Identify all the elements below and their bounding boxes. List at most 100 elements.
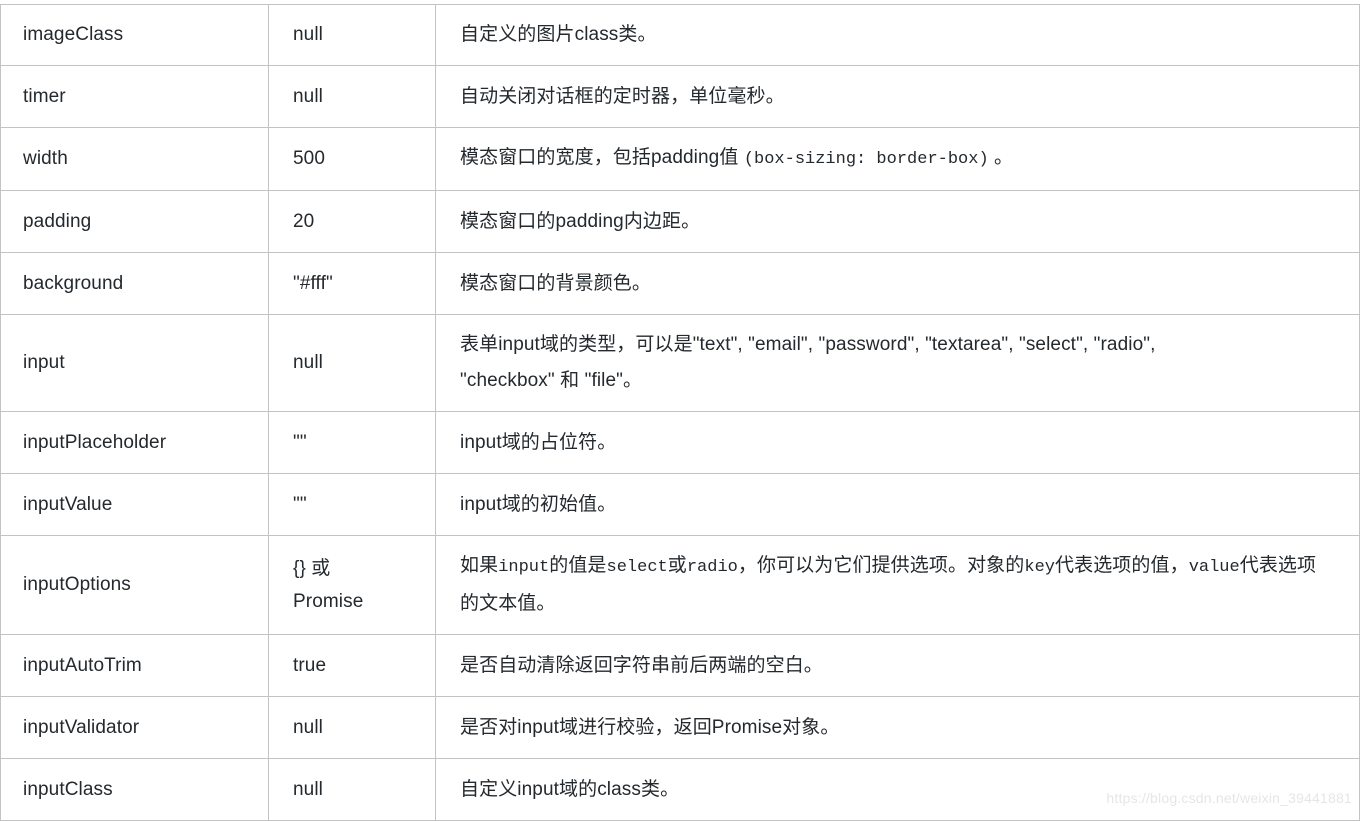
option-description-cell: 模态窗口的padding内边距。 [435, 190, 1360, 253]
description-line: 自动关闭对话框的定时器，单位毫秒。 [460, 85, 785, 107]
option-name-cell: background [0, 252, 269, 315]
option-name-label: inputClass [23, 778, 113, 800]
option-name-label: inputPlaceholder [23, 431, 167, 453]
option-description-text: input域的初始值。 [436, 475, 1359, 535]
description-line: 是否对input域进行校验，返回Promise对象。 [460, 716, 840, 738]
option-default-label: null [293, 352, 323, 373]
option-description-cell: 模态窗口的背景颜色。 [435, 252, 1360, 315]
option-default-label: null [293, 24, 323, 45]
inline-code: radio [686, 558, 738, 577]
option-description-text: 自动关闭对话框的定时器，单位毫秒。 [436, 67, 1359, 127]
option-default-cell: "" [268, 473, 436, 536]
option-default-cell: null [268, 696, 436, 759]
option-description-cell: input域的初始值。 [435, 473, 1360, 536]
description-line: 表单input域的类型，可以是"text", "email", "passwor… [460, 334, 1156, 355]
option-default-label: "" [293, 431, 307, 453]
inline-code: (box-sizing: border-box) [743, 150, 989, 169]
option-name-label: inputOptions [23, 574, 131, 595]
description-line: 自定义input域的class类。 [460, 778, 680, 800]
description-line: 是否自动清除返回字符串前后两端的空白。 [460, 654, 823, 676]
description-line: input域的占位符。 [460, 431, 617, 453]
option-name-label: inputValue [23, 493, 113, 515]
option-name-cell: inputAutoTrim [0, 634, 269, 697]
option-description-text: 自定义的图片class类。 [436, 5, 1359, 65]
option-description-cell: 是否自动清除返回字符串前后两端的空白。 [435, 634, 1360, 697]
option-default-cell: "#fff" [268, 252, 436, 315]
option-default-cell: null [268, 314, 436, 412]
option-name-label: imageClass [23, 24, 124, 45]
option-name-cell: width [0, 127, 269, 191]
option-default-cell: null [268, 758, 436, 821]
option-description-cell: 自动关闭对话框的定时器，单位毫秒。 [435, 65, 1360, 128]
option-default-cell: null [268, 65, 436, 128]
option-description-cell: input域的占位符。 [435, 411, 1360, 474]
option-default-cell: null [268, 4, 436, 66]
option-default-label: true [293, 654, 327, 676]
option-name-label: input [23, 352, 65, 373]
option-default-label: null [293, 716, 323, 738]
option-name-label: padding [23, 210, 92, 232]
option-default-cell: {} 或 Promise [268, 535, 436, 635]
option-name-cell: inputPlaceholder [0, 411, 269, 474]
option-name-cell: imageClass [0, 4, 269, 66]
option-default-label: 20 [293, 210, 315, 232]
option-description-text: 模态窗口的宽度，包括padding值 (box-sizing: border-b… [436, 128, 1359, 190]
api-options-table: imageClass null 自定义的图片class类。 timer null 自动关闭… [0, 4, 1360, 821]
option-description-text: 模态窗口的背景颜色。 [436, 254, 1359, 314]
table-row: timer null 自动关闭对话框的定时器，单位毫秒。 [0, 65, 1360, 128]
table-row: inputPlaceholder "" input域的占位符。 [0, 411, 1360, 474]
description-line: 模态窗口的padding内边距。 [460, 210, 701, 232]
table-row: inputClass null 自定义input域的class类。 [0, 758, 1360, 821]
inline-code: input [498, 558, 550, 577]
description-line: input域的初始值。 [460, 493, 617, 515]
option-default-label: null [293, 85, 323, 107]
description-line: 自定义的图片class类。 [460, 24, 657, 45]
option-name-cell: inputOptions [0, 535, 269, 635]
option-description-text: 表单input域的类型，可以是"text", "email", "passwor… [436, 315, 1359, 411]
option-name-label: inputValidator [23, 716, 140, 738]
option-name-cell: inputClass [0, 758, 269, 821]
default-value-line: {} 或 [293, 558, 331, 579]
inline-code: value [1188, 558, 1240, 577]
inline-code: select [606, 558, 668, 577]
option-name-label: inputAutoTrim [23, 654, 142, 676]
table-row: inputValidator null 是否对input域进行校验，返回Promis… [0, 696, 1360, 759]
option-name-cell: inputValidator [0, 696, 269, 759]
option-description-text: 模态窗口的padding内边距。 [436, 192, 1359, 252]
description-line: 如果input的值是select或radio，你可以为它们提供选项。对象的key… [460, 555, 1317, 577]
table-row: inputOptions {} 或 Promise 如果input的值是select或… [0, 535, 1360, 635]
description-line: 的文本值。 [460, 593, 556, 614]
description-line: "checkbox" 和 "file"。 [460, 370, 643, 391]
option-default-cell: true [268, 634, 436, 697]
table-row: input null 表单input域的类型，可以是"text", "email",… [0, 314, 1360, 412]
option-name-cell: timer [0, 65, 269, 128]
option-description-cell: 自定义的图片class类。 [435, 4, 1360, 66]
option-description-cell: 是否对input域进行校验，返回Promise对象。 [435, 696, 1360, 759]
option-description-text: 如果input的值是select或radio，你可以为它们提供选项。对象的key… [436, 536, 1359, 634]
option-description-cell: 自定义input域的class类。 [435, 758, 1360, 821]
option-description-cell: 如果input的值是select或radio，你可以为它们提供选项。对象的key… [435, 535, 1360, 635]
option-name-label: width [23, 148, 68, 169]
table-row: inputValue "" input域的初始值。 [0, 473, 1360, 536]
option-name-label: timer [23, 85, 66, 107]
option-name-cell: inputValue [0, 473, 269, 536]
table-row: inputAutoTrim true 是否自动清除返回字符串前后两端的空白。 [0, 634, 1360, 697]
table-row: imageClass null 自定义的图片class类。 [0, 4, 1360, 66]
table-row: padding 20 模态窗口的padding内边距。 [0, 190, 1360, 253]
option-description-cell: 模态窗口的宽度，包括padding值 (box-sizing: border-b… [435, 127, 1360, 191]
option-description-cell: 表单input域的类型，可以是"text", "email", "passwor… [435, 314, 1360, 412]
description-line: 模态窗口的背景颜色。 [460, 272, 652, 294]
option-description-text: 是否自动清除返回字符串前后两端的空白。 [436, 636, 1359, 696]
option-default-label: {} 或 Promise [269, 540, 435, 630]
option-name-label: background [23, 272, 124, 294]
option-default-cell: 500 [268, 127, 436, 191]
option-description-text: 是否对input域进行校验，返回Promise对象。 [436, 698, 1359, 758]
option-default-label: 500 [293, 148, 326, 169]
option-name-cell: input [0, 314, 269, 412]
option-description-text: input域的占位符。 [436, 413, 1359, 473]
description-line: 模态窗口的宽度，包括padding值 (box-sizing: border-b… [460, 147, 1014, 169]
option-default-cell: 20 [268, 190, 436, 253]
option-default-label: null [293, 778, 323, 800]
option-default-label: "#fff" [293, 272, 333, 294]
default-value-line: Promise [293, 591, 364, 612]
